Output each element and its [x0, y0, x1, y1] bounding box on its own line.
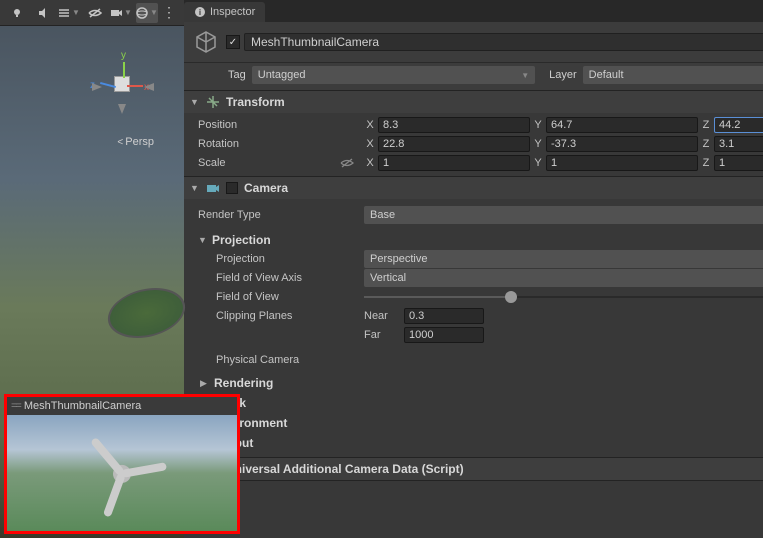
stack-section[interactable]: ▶ Stack ◉	[192, 393, 763, 413]
fold-icon[interactable]: ▼	[190, 183, 200, 193]
inspector-tab-bar: i Inspector ⋮	[184, 0, 763, 22]
position-label: Position	[192, 119, 360, 131]
layer-label: Layer	[549, 69, 577, 81]
gizmo-cone-down	[117, 100, 127, 114]
rendering-section[interactable]: ▶ Rendering ◉	[192, 373, 763, 393]
scene-geometry	[100, 288, 193, 338]
transform-icon	[206, 95, 220, 109]
projection-section-title: Projection	[212, 233, 763, 247]
clipping-planes-label: Clipping Planes	[192, 310, 360, 322]
position-y-input[interactable]	[546, 117, 698, 133]
drag-handle-icon[interactable]: ==	[11, 400, 20, 412]
camera-component: ▼ Camera ◉ ⇄ ⋮ Render Type Base▼ ▼ P	[184, 177, 763, 458]
scale-z-input[interactable]	[714, 155, 763, 171]
rotation-y-input[interactable]	[546, 136, 698, 152]
fold-icon[interactable]: ▼	[198, 235, 208, 245]
tag-label: Tag	[228, 69, 246, 81]
camera-enabled-checkbox[interactable]	[226, 182, 238, 194]
fx-dropdown[interactable]: ▼	[58, 3, 80, 23]
orientation-gizmo[interactable]: y x z	[84, 46, 164, 126]
fov-axis-dropdown[interactable]: Vertical▼	[364, 269, 763, 287]
clip-far-input[interactable]	[404, 327, 484, 343]
gizmo-cone-x	[144, 82, 158, 92]
inspector-panel: i Inspector ⋮ ✓ Static ▼ Tag Untagged	[184, 0, 763, 538]
visibility-toggle[interactable]	[84, 3, 106, 23]
clip-near-label: Near	[364, 310, 400, 322]
script-title: Universal Additional Camera Data (Script…	[226, 462, 763, 476]
gameobject-active-checkbox[interactable]: ✓	[226, 35, 240, 49]
script-header[interactable]: ▼ # Universal Additional Camera Data (Sc…	[184, 458, 763, 480]
info-icon: i	[194, 6, 206, 18]
camera-preview-header[interactable]: == MeshThumbnailCamera	[7, 397, 237, 415]
physical-camera-label: Physical Camera	[192, 354, 360, 366]
tag-dropdown[interactable]: Untagged▼	[252, 66, 535, 84]
scene-toolbar: ▼ ▼ ▼ ⋮	[0, 0, 184, 26]
gizmo-cube[interactable]	[114, 76, 130, 92]
position-z-input[interactable]	[714, 117, 763, 133]
physical-camera-checkbox[interactable]	[364, 353, 378, 367]
gameobject-header: ✓ Static ▼	[184, 22, 763, 63]
camera-header[interactable]: ▼ Camera ◉ ⇄ ⋮	[184, 177, 763, 199]
rotation-z-input[interactable]	[714, 136, 763, 152]
svg-text:i: i	[199, 8, 201, 17]
lighting-toggle[interactable]	[6, 3, 28, 23]
camera-dropdown[interactable]: ▼	[110, 3, 132, 23]
clip-far-label: Far	[364, 329, 400, 341]
inspector-tab-label: Inspector	[210, 6, 255, 18]
gizmo-cone-neg	[88, 82, 102, 92]
fov-slider[interactable]	[364, 296, 763, 298]
gameobject-cube-icon[interactable]	[192, 28, 220, 56]
fold-icon[interactable]: ▼	[190, 97, 200, 107]
fov-label: Field of View	[192, 291, 360, 303]
scene-view[interactable]: y x z Persp == MeshThumbnailCamera	[0, 26, 184, 538]
output-section[interactable]: ▶ Output ◉	[192, 433, 763, 453]
gizmo-y-axis[interactable]: y	[121, 50, 126, 61]
clip-near-input[interactable]	[404, 308, 484, 324]
projection-label: Projection	[192, 253, 360, 265]
audio-toggle[interactable]	[32, 3, 54, 23]
layer-dropdown[interactable]: Default▼	[583, 66, 763, 84]
scene-viewport-panel: ▼ ▼ ▼ ⋮ y x z Persp ==	[0, 0, 184, 538]
environment-section[interactable]: ▶ Environment ◉	[192, 413, 763, 433]
gizmos-dropdown[interactable]: ▼	[136, 3, 158, 23]
scale-x-input[interactable]	[378, 155, 530, 171]
projection-mode-label[interactable]: Persp	[117, 136, 154, 148]
camera-preview[interactable]: == MeshThumbnailCamera	[4, 394, 240, 534]
rotation-label: Rotation	[192, 138, 360, 150]
transform-component: ▼ Transform ◉ ⇄ ⋮ Position X Y Z Rotat	[184, 91, 763, 177]
camera-preview-title: MeshThumbnailCamera	[24, 400, 141, 412]
gameobject-name-input[interactable]	[244, 33, 763, 51]
camera-title: Camera	[244, 181, 763, 195]
scale-label: Scale	[192, 157, 360, 169]
scale-y-input[interactable]	[546, 155, 698, 171]
camera-preview-render	[7, 415, 237, 531]
tag-layer-row: Tag Untagged▼ Layer Default▼	[184, 63, 763, 91]
transform-title: Transform	[226, 95, 763, 109]
rotation-x-input[interactable]	[378, 136, 530, 152]
render-type-label: Render Type	[192, 209, 360, 221]
position-x-input[interactable]	[378, 117, 530, 133]
script-component: ▼ # Universal Additional Camera Data (Sc…	[184, 458, 763, 481]
fov-axis-label: Field of View Axis	[192, 272, 360, 284]
inspector-tab[interactable]: i Inspector	[184, 2, 265, 22]
link-scale-icon[interactable]	[340, 157, 354, 169]
scene-menu-icon[interactable]: ⋮	[162, 4, 176, 21]
render-type-dropdown[interactable]: Base▼	[364, 206, 763, 224]
fold-icon[interactable]: ▶	[200, 378, 210, 389]
transform-header[interactable]: ▼ Transform ◉ ⇄ ⋮	[184, 91, 763, 113]
camera-icon	[206, 181, 220, 195]
projection-dropdown[interactable]: Perspective▼	[364, 250, 763, 268]
